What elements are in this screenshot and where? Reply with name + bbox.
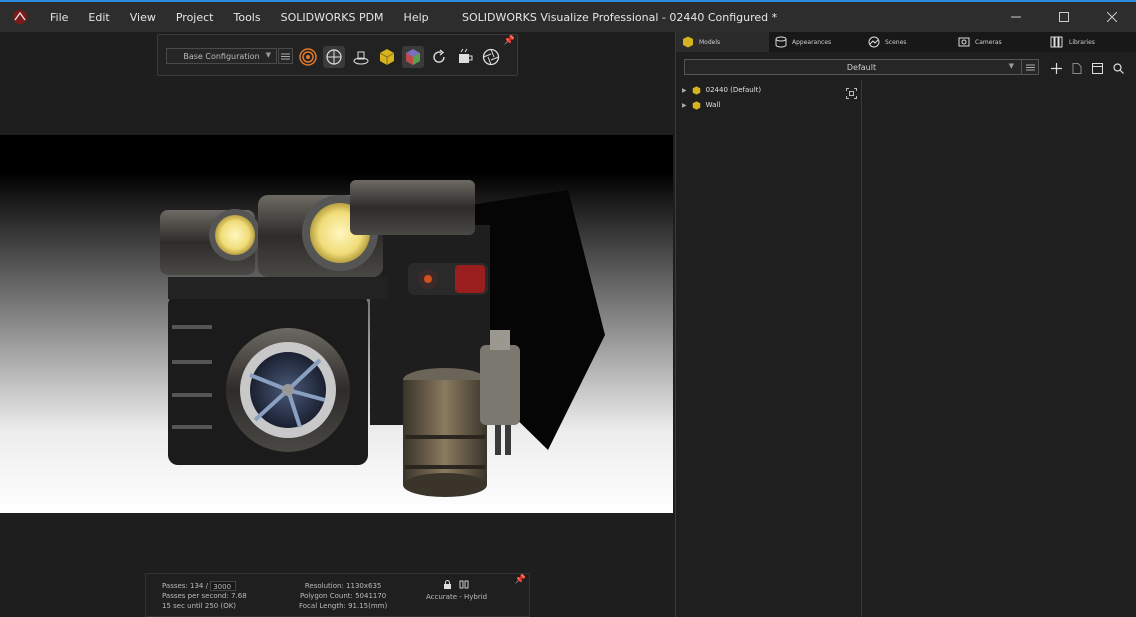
menu-solidworks-pdm[interactable]: SOLIDWORKS PDM — [271, 11, 394, 24]
appearance-tool[interactable] — [402, 46, 424, 68]
focal-length-readout: Focal Length: 91.15(mm) — [299, 602, 388, 610]
refresh-icon — [433, 49, 445, 63]
target-icon — [299, 48, 317, 66]
pause-icon[interactable] — [459, 580, 470, 589]
chevron-down-icon: ▼ — [265, 51, 271, 59]
model-cube-icon — [692, 85, 700, 95]
appearances-icon — [775, 36, 787, 48]
search-button[interactable] — [1111, 61, 1125, 75]
window-controls — [992, 2, 1136, 32]
configuration-list-button[interactable] — [278, 48, 293, 64]
refresh-tool[interactable] — [428, 46, 450, 68]
camera-icon — [958, 37, 970, 47]
render-tool[interactable] — [454, 46, 476, 68]
window-layout-icon — [1091, 62, 1103, 74]
model-set-label: Default — [846, 62, 877, 72]
camera-shutter-tool[interactable] — [480, 46, 502, 68]
close-icon — [1107, 12, 1117, 22]
close-button[interactable] — [1088, 2, 1136, 32]
turntable-icon — [353, 51, 369, 65]
tab-libraries[interactable]: Libraries — [1044, 32, 1136, 52]
resolution-readout: Resolution: 1130x635 — [304, 582, 382, 590]
tab-models[interactable]: Models — [676, 32, 769, 52]
expand-arrow-icon[interactable]: ▶ — [682, 87, 687, 94]
turntable-tool[interactable] — [350, 46, 372, 68]
render-mode-label: Accurate - Hybrid — [426, 593, 488, 601]
menu-help[interactable]: Help — [394, 11, 439, 24]
tree-item-wall[interactable]: ▶ Wall — [682, 98, 720, 112]
libraries-icon — [1050, 36, 1063, 48]
select-part-tool[interactable] — [376, 46, 398, 68]
window-title: SOLIDWORKS Visualize Professional - 0244… — [462, 11, 778, 24]
tab-scenes[interactable]: Scenes — [862, 32, 952, 52]
visualize-logo-icon[interactable] — [10, 7, 30, 27]
file-icon — [1072, 62, 1082, 74]
render-cup-icon — [459, 48, 473, 63]
models-cube-icon — [683, 36, 693, 48]
tree-item-02440[interactable]: ▶ 02440 (Default) — [682, 83, 761, 97]
plus-icon — [1050, 62, 1062, 74]
layout-button[interactable] — [1090, 61, 1104, 75]
tab-appearances[interactable]: Appearances — [769, 32, 862, 52]
minimize-button[interactable] — [992, 2, 1040, 32]
pin-icon[interactable]: 📌 — [504, 36, 515, 46]
menu-view[interactable]: View — [120, 11, 166, 24]
frame-selection-icon[interactable] — [846, 84, 857, 103]
menu-bar: File Edit View Project Tools SOLIDWORKS … — [40, 11, 439, 24]
scenes-icon — [868, 36, 880, 48]
time-until: 15 sec until 250 (OK) — [162, 602, 237, 610]
pin-icon[interactable]: 📌 — [515, 575, 526, 585]
render-status-panel: Passes: 134 / 3000 Passes per second: 7.… — [145, 573, 530, 617]
maximize-icon — [1059, 12, 1069, 22]
shutter-icon — [482, 48, 500, 66]
search-icon — [1112, 62, 1124, 74]
menu-tools[interactable]: Tools — [223, 11, 270, 24]
maximize-button[interactable] — [1040, 2, 1088, 32]
orbit-tool[interactable] — [323, 46, 345, 68]
model-detail-pane — [863, 80, 1136, 617]
palette-tabs: Models Appearances Scenes Cameras Librar… — [676, 32, 1136, 52]
lock-icon[interactable] — [443, 580, 452, 589]
passes-per-second: Passes per second: 7.68 — [162, 592, 247, 600]
palette-panel: Models Appearances Scenes Cameras Librar… — [675, 32, 1136, 617]
engine-model-render — [160, 180, 605, 497]
menu-project[interactable]: Project — [166, 11, 224, 24]
passes-label: Passes: 134 / — [162, 582, 208, 590]
menu-edit[interactable]: Edit — [78, 11, 119, 24]
chevron-down-icon: ▼ — [1008, 62, 1014, 70]
model-set-list-button[interactable] — [1021, 59, 1038, 75]
minimize-icon — [1011, 16, 1021, 18]
tab-cameras[interactable]: Cameras — [952, 32, 1044, 52]
cube-icon — [379, 49, 395, 65]
viewport: Base Configuration ▼ 📌 Passes: 134 / 300… — [0, 32, 675, 617]
render-canvas[interactable] — [0, 135, 673, 513]
title-bar: File Edit View Project Tools SOLIDWORKS … — [0, 0, 1136, 32]
add-button[interactable] — [1049, 61, 1063, 75]
passes-target-input[interactable]: 3000 — [210, 581, 237, 591]
model-tree: ▶ 02440 (Default) ▶ Wall — [676, 80, 862, 617]
orbit-icon — [326, 49, 342, 65]
render-target-tool[interactable] — [297, 46, 319, 68]
configuration-dropdown[interactable]: Base Configuration ▼ — [166, 48, 277, 64]
polygon-count-readout: Polygon Count: 5041170 — [299, 592, 387, 600]
list-icon — [1025, 64, 1035, 70]
import-button[interactable] — [1070, 61, 1084, 75]
model-cube-icon — [692, 100, 700, 110]
viewport-toolbar: Base Configuration ▼ 📌 — [157, 34, 518, 76]
configuration-label: Base Configuration — [183, 51, 260, 61]
appearance-cube-icon — [406, 49, 420, 65]
model-set-dropdown[interactable]: Default ▼ — [684, 59, 1039, 75]
menu-file[interactable]: File — [40, 11, 78, 24]
expand-arrow-icon[interactable]: ▶ — [682, 102, 687, 109]
list-icon — [281, 53, 290, 59]
